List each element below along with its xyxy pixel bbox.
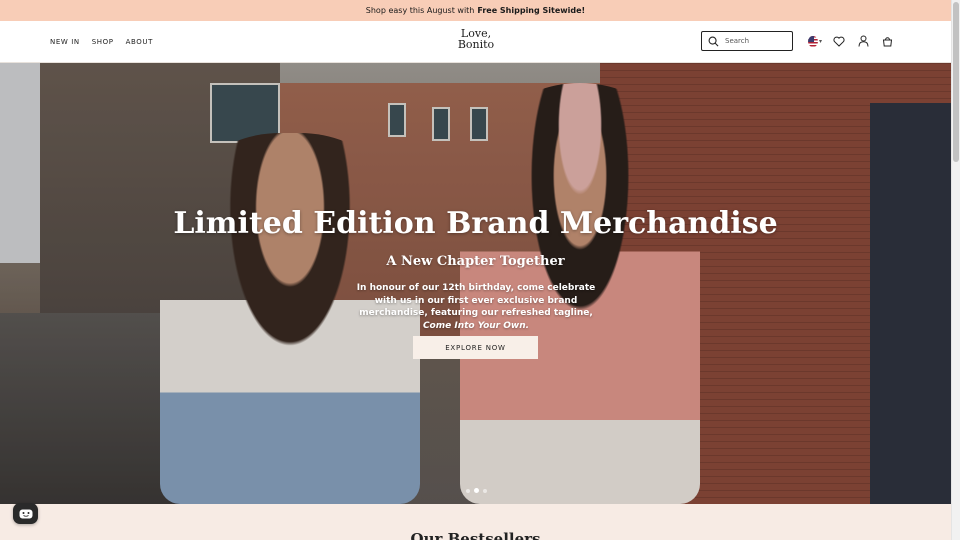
nav-new-in[interactable]: NEW IN [50,38,80,46]
account-button[interactable] [856,34,870,48]
country-selector[interactable]: ▾ [808,34,822,48]
carousel-dots [466,488,487,493]
nav-about[interactable]: ABOUT [126,38,153,46]
us-flag-icon [808,35,818,47]
cart-button[interactable] [880,34,894,48]
hero-banner: Limited Edition Brand Merchandise A New … [0,63,951,504]
site-header: NEW IN SHOP ABOUT Love, Bonito ▾ [0,21,951,63]
carousel-dot-1[interactable] [466,488,470,493]
hero-title: Limited Edition Brand Merchandise [173,206,778,241]
header-actions: ▾ [808,34,894,48]
hero-content: Limited Edition Brand Merchandise A New … [0,63,951,504]
main-nav: NEW IN SHOP ABOUT [50,21,153,63]
chat-widget-button[interactable] [13,503,38,524]
hero-description: In honour of our 12th birthday, come cel… [345,282,607,332]
page: Shop easy this August with Free Shipping… [0,0,960,540]
hero-description-text: In honour of our 12th birthday, come cel… [356,283,596,318]
hero-tagline: Come Into Your Own. [422,320,530,331]
search-box[interactable] [701,31,793,51]
carousel-dot-3[interactable] [483,488,487,493]
heart-icon [833,36,845,47]
section-title: Our Bestsellers [410,530,541,540]
logo-line-2: Bonito [457,38,495,51]
page-scrollbar[interactable] [951,0,960,540]
brand-logo[interactable]: Love, Bonito [447,28,505,50]
scrollbar-thumb[interactable] [953,2,959,162]
wishlist-button[interactable] [832,34,846,48]
bag-icon [882,36,892,46]
announcement-highlight[interactable]: Free Shipping Sitewide! [477,6,585,15]
hero-subtitle: A New Chapter Together [386,254,565,269]
announcement-text: Shop easy this August with [365,6,475,15]
user-icon [858,35,868,47]
carousel-dot-2[interactable] [474,488,479,493]
bestsellers-section: Our Bestsellers [0,504,951,540]
nav-shop[interactable]: SHOP [92,38,114,46]
announcement-bar: Shop easy this August with Free Shipping… [0,0,951,21]
chevron-down-icon: ▾ [818,37,822,45]
chat-bot-icon [19,509,32,518]
explore-now-button[interactable]: EXPLORE NOW [413,336,538,359]
search-input[interactable] [725,37,785,45]
search-icon[interactable] [708,32,719,51]
